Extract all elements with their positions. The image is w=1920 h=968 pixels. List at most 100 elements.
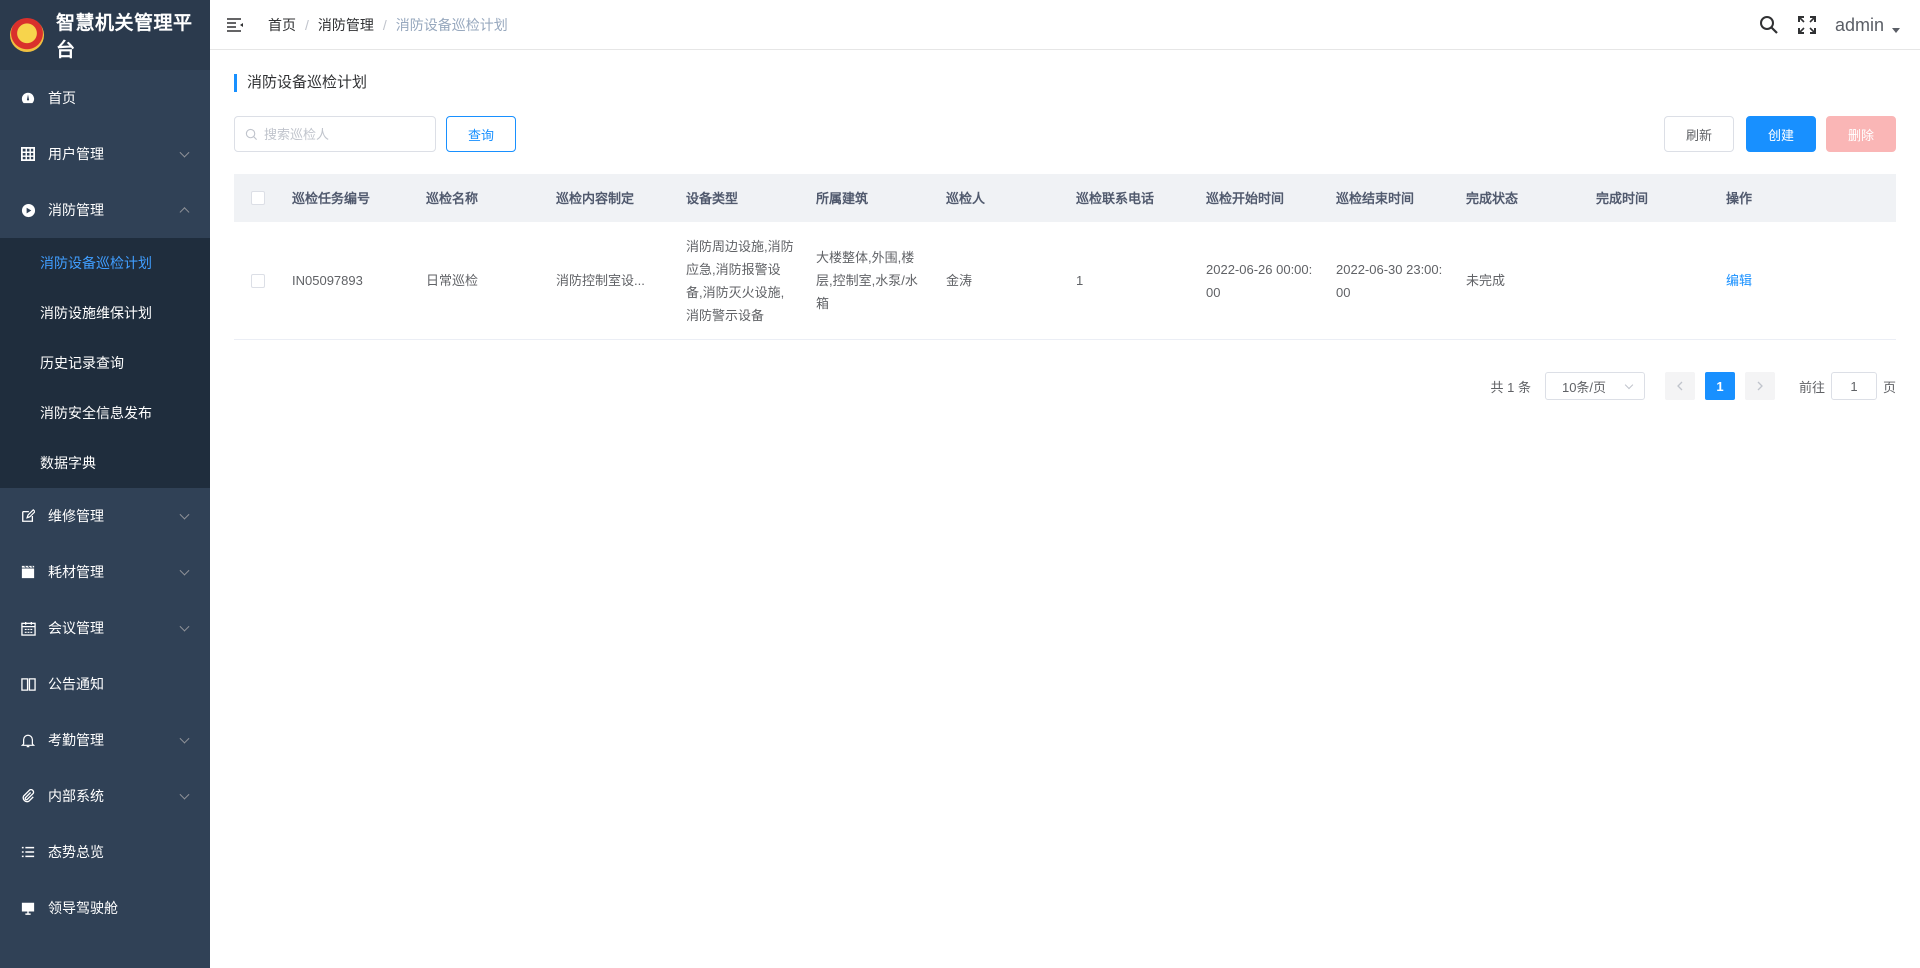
breadcrumb-separator: / bbox=[305, 16, 309, 33]
page-jumper: 前往 页 bbox=[1799, 372, 1896, 400]
sidebar-item-overview[interactable]: 态势总览 bbox=[0, 824, 210, 880]
sidebar: 智慧机关管理平台 首页 用户管理 消防管理 消防设备巡检计划 消防设施维保计划 … bbox=[0, 0, 210, 968]
breadcrumb: 首页 / 消防管理 / 消防设备巡检计划 bbox=[268, 15, 508, 35]
chevron-down-icon bbox=[179, 565, 190, 576]
toolbar: 查询 刷新 创建 删除 bbox=[234, 116, 1896, 152]
bell-icon bbox=[20, 732, 36, 748]
sidebar-item-cockpit[interactable]: 领导驾驶舱 bbox=[0, 880, 210, 936]
chevron-down-icon bbox=[179, 509, 190, 520]
sidebar-item-label: 公告通知 bbox=[48, 676, 104, 692]
cell-start-time: 2022-06-26 00:00:00 bbox=[1206, 261, 1313, 300]
cell-building: 大楼整体,外围,楼层,控制室,水泵/水箱 bbox=[816, 250, 918, 311]
cell-end-time: 2022-06-30 23:00:00 bbox=[1336, 261, 1443, 300]
table-row[interactable]: IN05097893 日常巡检 消防控制室设... 消防周边设施,消防应急,消防… bbox=[234, 222, 1896, 340]
paperclip-icon bbox=[20, 788, 36, 804]
breadcrumb-current: 消防设备巡检计划 bbox=[395, 16, 508, 33]
chevron-down-icon bbox=[179, 147, 190, 158]
goto-label: 前往 bbox=[1798, 379, 1825, 395]
column-header: 巡检任务编号 bbox=[292, 190, 371, 206]
cell-device-type: 消防周边设施,消防应急,消防报警设备,消防灭火设施,消防警示设备 bbox=[686, 238, 794, 323]
column-header: 巡检联系电话 bbox=[1076, 190, 1155, 206]
cell-actions: 编辑 bbox=[1716, 269, 1846, 292]
delete-button[interactable]: 删除 bbox=[1826, 116, 1896, 152]
chevron-down-icon bbox=[179, 733, 190, 744]
sidebar-subitem-history[interactable]: 历史记录查询 bbox=[0, 338, 210, 388]
dashboard-icon bbox=[20, 90, 36, 106]
cell-phone: 1 bbox=[1076, 273, 1084, 288]
create-button[interactable]: 创建 bbox=[1746, 116, 1816, 152]
pagination-total: 共 1 条 bbox=[1490, 379, 1531, 395]
top-header: 首页 / 消防管理 / 消防设备巡检计划 admin bbox=[210, 0, 1920, 50]
sidebar-menu-lower: 维修管理 耗材管理 会议管理 公告通知 考勤管理 内部系统 态势总览 领导驾驶舱 bbox=[0, 488, 210, 936]
chevron-right-icon bbox=[1757, 381, 1763, 391]
row-checkbox-cell bbox=[234, 273, 282, 288]
caret-down-icon[interactable] bbox=[1892, 27, 1900, 33]
sidebar-subitem-inspection-plan[interactable]: 消防设备巡检计划 bbox=[0, 238, 210, 288]
breadcrumb-fire[interactable]: 消防管理 bbox=[318, 15, 374, 35]
sidebar-item-fire[interactable]: 消防管理 bbox=[0, 182, 210, 238]
page-size-select[interactable]: 10条/页 bbox=[1544, 372, 1645, 400]
column-header: 巡检内容制定 bbox=[556, 190, 635, 206]
page-unit-label: 页 bbox=[1882, 379, 1896, 395]
sidebar-item-label: 消防管理 bbox=[48, 202, 104, 218]
query-button[interactable]: 查询 bbox=[446, 116, 516, 152]
app-title: 智慧机关管理平台 bbox=[56, 13, 193, 61]
sidebar-item-label: 维修管理 bbox=[48, 508, 104, 524]
sidebar-item-label: 耗材管理 bbox=[48, 564, 104, 580]
refresh-button[interactable]: 刷新 bbox=[1664, 116, 1734, 152]
emblem-logo-icon bbox=[10, 18, 44, 52]
row-checkbox[interactable] bbox=[251, 273, 265, 288]
edit-link[interactable]: 编辑 bbox=[1726, 273, 1752, 288]
sidebar-subitem-maintenance-plan[interactable]: 消防设施维保计划 bbox=[0, 288, 210, 338]
sidebar-item-internal[interactable]: 内部系统 bbox=[0, 768, 210, 824]
sidebar-item-notice[interactable]: 公告通知 bbox=[0, 656, 210, 712]
sidebar-item-label: 内部系统 bbox=[48, 788, 104, 804]
breadcrumb-home[interactable]: 首页 bbox=[268, 15, 296, 35]
sidebar-item-attendance[interactable]: 考勤管理 bbox=[0, 712, 210, 768]
inspection-table: 巡检任务编号 巡检名称 巡检内容制定 设备类型 所属建筑 巡检人 巡检联系电话 … bbox=[234, 174, 1896, 340]
page-number-current[interactable]: 1 bbox=[1704, 372, 1735, 400]
clapper-icon bbox=[20, 564, 36, 580]
calendar-icon bbox=[20, 620, 36, 636]
column-header: 巡检结束时间 bbox=[1336, 190, 1415, 206]
chevron-left-icon bbox=[1677, 381, 1683, 391]
page-size-value: 10条/页 bbox=[1561, 379, 1607, 395]
column-header: 巡检名称 bbox=[426, 190, 479, 206]
sidebar-item-consumables[interactable]: 耗材管理 bbox=[0, 544, 210, 600]
search-icon[interactable] bbox=[1759, 15, 1779, 35]
monitor-icon bbox=[20, 900, 36, 916]
main-content: 消防设备巡检计划 查询 刷新 创建 删除 巡检任务编号 巡检名称 巡检内容制定 … bbox=[210, 50, 1920, 968]
edit-icon bbox=[20, 508, 36, 524]
sidebar-subitem-dictionary[interactable]: 数据字典 bbox=[0, 438, 210, 488]
sidebar-item-label: 会议管理 bbox=[48, 620, 104, 636]
cell-content: 消防控制室设... bbox=[556, 273, 645, 288]
prev-page-button[interactable] bbox=[1664, 372, 1695, 400]
fire-submenu: 消防设备巡检计划 消防设施维保计划 历史记录查询 消防安全信息发布 数据字典 bbox=[0, 238, 210, 488]
header-actions: admin bbox=[1759, 0, 1920, 50]
search-box bbox=[234, 116, 436, 152]
logo-area[interactable]: 智慧机关管理平台 bbox=[0, 0, 210, 70]
fullscreen-icon[interactable] bbox=[1797, 15, 1817, 35]
table-icon bbox=[20, 146, 36, 162]
next-page-button[interactable] bbox=[1744, 372, 1775, 400]
chevron-up-icon bbox=[179, 207, 190, 218]
search-icon bbox=[245, 128, 258, 140]
sidebar-item-home[interactable]: 首页 bbox=[0, 70, 210, 126]
sidebar-item-repair[interactable]: 维修管理 bbox=[0, 488, 210, 544]
sidebar-item-label: 领导驾驶舱 bbox=[48, 900, 118, 916]
sidebar-item-meeting[interactable]: 会议管理 bbox=[0, 600, 210, 656]
search-input[interactable] bbox=[264, 126, 424, 142]
cell-inspector: 金涛 bbox=[946, 273, 973, 288]
sidebar-item-users[interactable]: 用户管理 bbox=[0, 126, 210, 182]
hamburger-icon[interactable] bbox=[226, 16, 244, 34]
cell-task-id: IN05097893 bbox=[292, 273, 363, 288]
goto-page-input[interactable] bbox=[1830, 372, 1877, 400]
user-menu[interactable]: admin bbox=[1835, 15, 1884, 36]
table-header: 巡检任务编号 巡检名称 巡检内容制定 设备类型 所属建筑 巡检人 巡检联系电话 … bbox=[234, 174, 1896, 222]
select-all-checkbox[interactable] bbox=[251, 191, 265, 205]
list-icon bbox=[20, 844, 36, 860]
sidebar-subitem-safety-info[interactable]: 消防安全信息发布 bbox=[0, 388, 210, 438]
chevron-down-icon bbox=[179, 789, 190, 800]
breadcrumb-separator: / bbox=[382, 16, 387, 33]
sidebar-menu: 首页 用户管理 消防管理 bbox=[0, 70, 210, 238]
